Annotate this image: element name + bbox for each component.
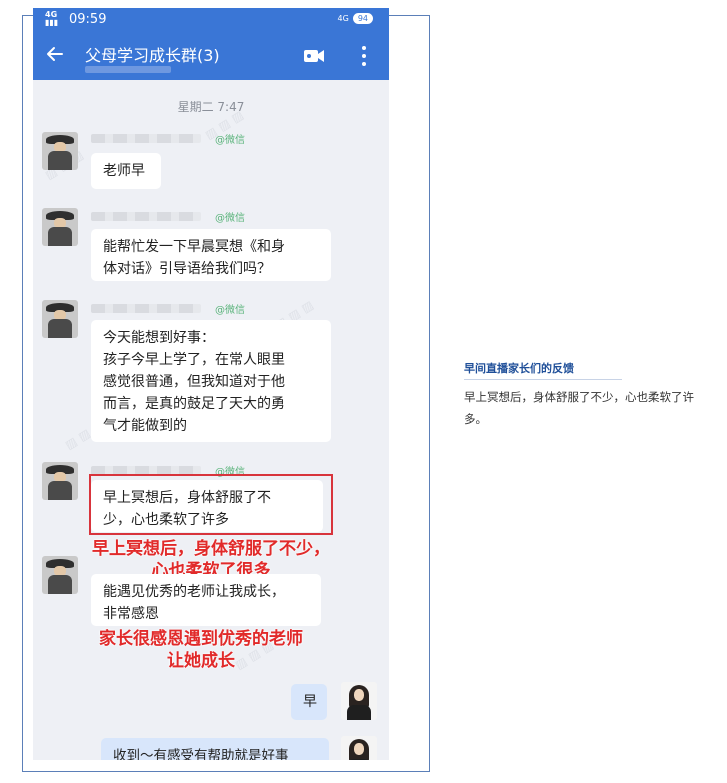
battery-icon: 94 [352,13,373,24]
highlight-box [89,474,333,535]
caption-line: 让她成长 [167,651,235,671]
signal-icon: 4G ▮▮▮ [45,10,59,27]
avatar[interactable] [42,132,78,170]
my-message-bubble[interactable]: 早 [291,684,327,720]
title-divider [464,379,622,380]
chat-header: 4G ▮▮▮ 09:59 4G 94 父母学习成长群(3) [33,8,389,80]
message-line: 而言，是真的鼓足了天大的勇 [103,396,285,412]
back-arrow-icon[interactable] [45,44,65,64]
feedback-title: 早间直播家长们的反馈 [464,362,574,375]
message-line: 感觉很普通，但我知道对于他 [103,374,285,390]
chat-subtitle-blurred [85,66,171,73]
my-avatar[interactable] [341,736,377,760]
time-separator: 星期二 7:47 [177,100,245,114]
message-bubble[interactable]: 能帮忙发一下早晨冥想《和身 体对话》引导语给我们吗？ [91,229,331,281]
message-text: 老师早 [103,163,145,179]
avatar[interactable] [42,556,78,594]
sender-name-blurred [91,134,201,143]
video-call-icon[interactable] [303,48,325,64]
feedback-text: 早上冥想后，身体舒服了不少，心也柔软了许多。 [464,390,694,426]
my-message-bubble[interactable]: 收到～有感受有帮助就是好事 [101,738,329,760]
wechat-tag: @微信 [215,135,245,146]
sender-name-blurred [91,212,201,221]
message-line: 非常感恩 [103,606,159,622]
phone-screen: ▨ ▨ ▨ ▨ ▨ ▨ ▨ ▨ ▨ ▨ ▨ ▨ ▨ ▨ ▨ 4G▮▮▮ 09:5… [33,8,389,760]
my-avatar[interactable] [341,682,377,720]
status-indicators: 4G 94 [338,13,373,24]
status-time: 09:59 [69,12,107,27]
message-line: 今天能想到好事： [103,330,215,346]
caption-line: 家长很感恩遇到优秀的老师 [99,629,303,649]
message-line: 能帮忙发一下早晨冥想《和身 [103,239,285,255]
message-bubble[interactable]: 今天能想到好事： 孩子今早上学了，在常人眼里 感觉很普通，但我知道对于他 而言，… [91,320,331,442]
message-text: 收到～有感受有帮助就是好事 [113,748,289,760]
message-text: 早 [303,694,317,710]
avatar[interactable] [42,462,78,500]
message-bubble[interactable]: 老师早 [91,153,161,189]
wechat-tag: @微信 [215,305,245,316]
message-line: 能遇见优秀的老师让我成长， [103,584,285,600]
avatar[interactable] [42,300,78,338]
avatar[interactable] [42,208,78,246]
wechat-tag: @微信 [215,213,245,224]
network-indicator: 4G [337,14,349,23]
message-line: 体对话》引导语给我们吗？ [103,261,271,277]
message-line: 气才能做到的 [103,418,187,434]
caption-line: 早上冥想后，身体舒服了不少， [92,539,330,559]
sender-name-blurred [91,304,201,313]
annotation-caption: 家长很感恩遇到优秀的老师 让她成长 [33,628,379,672]
more-options-icon[interactable] [359,44,369,68]
chat-title: 父母学习成长群(3) [85,46,220,65]
message-line: 孩子今早上学了，在常人眼里 [103,352,285,368]
message-bubble[interactable]: 能遇见优秀的老师让我成长， 非常感恩 [91,574,321,626]
